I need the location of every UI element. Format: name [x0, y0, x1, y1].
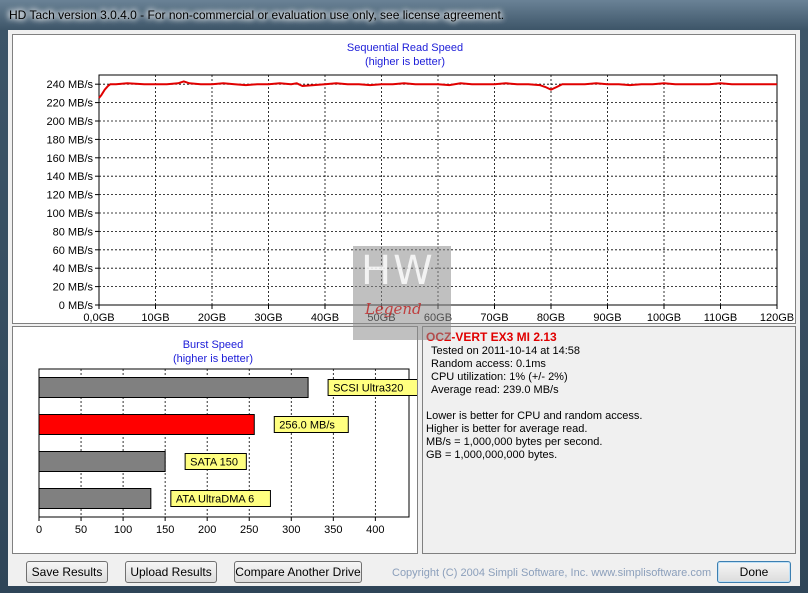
- seq-y-tick-label: 40 MB/s: [53, 263, 94, 275]
- note-cpu: Lower is better for CPU and random acces…: [426, 410, 643, 422]
- app-window: HD Tach version 3.0.4.0 - For non-commer…: [0, 0, 808, 593]
- burst-bar-label: SATA 150: [190, 457, 238, 469]
- random-access: Random access: 0.1ms: [431, 358, 546, 370]
- burst-speed-panel: Burst Speed (higher is better) 0 50 100 150…: [12, 326, 418, 554]
- note-gb: GB = 1,000,000,000 bytes.: [426, 449, 558, 461]
- title-bar[interactable]: HD Tach version 3.0.4.0 - For non-commer…: [0, 0, 808, 30]
- seq-x-tick-label: 110GB: [704, 312, 737, 323]
- seq-x-tick-label: 90GB: [593, 312, 621, 323]
- burst-bar-reference: [38, 488, 152, 509]
- burst-bar-current: [38, 414, 255, 435]
- seq-x-tick-label: 70GB: [480, 312, 508, 323]
- burst-x-tick-label: 250: [240, 524, 258, 536]
- seq-x-tick-label: 100GB: [647, 312, 681, 323]
- burst-x-tick-label: 350: [324, 524, 342, 536]
- seq-y-tick-label: 240 MB/s: [47, 79, 94, 91]
- seq-y-tick-label: 180 MB/s: [47, 134, 94, 146]
- burst-bar-label: SCSI Ultra320: [333, 383, 403, 395]
- burst-speed-chart: 0 50 100 150 200 250 300 350 400 SCSI Ultra320 256…: [36, 368, 417, 536]
- seq-y-tick-label: 60 MB/s: [53, 245, 94, 257]
- seq-y-tick-label: 220 MB/s: [47, 98, 94, 110]
- save-results-button[interactable]: Save Results: [26, 561, 108, 583]
- done-button[interactable]: Done: [717, 561, 791, 583]
- seq-y-tick-label: 120 MB/s: [47, 190, 94, 202]
- burst-bar-label: 256.0 MB/s: [279, 420, 335, 432]
- burst-x-tick-label: 400: [366, 524, 384, 536]
- copyright-text: Copyright (C) 2004 Simpli Software, Inc.…: [392, 567, 712, 579]
- seq-y-tick-label: 100 MB/s: [47, 208, 94, 220]
- seq-x-tick-label: 40GB: [311, 312, 339, 323]
- cpu-utilization: CPU utilization: 1% (+/- 2%): [431, 371, 568, 383]
- client-area: Sequential Read Speed (higher is better)…: [8, 30, 800, 586]
- average-read: Average read: 239.0 MB/s: [431, 384, 559, 396]
- compare-another-drive-button[interactable]: Compare Another Drive: [234, 561, 362, 583]
- burst-x-tick-label: 100: [114, 524, 132, 536]
- seq-x-tick-label: 30GB: [254, 312, 282, 323]
- seq-y-tick-label: 140 MB/s: [47, 171, 94, 183]
- burst-bar-reference: [38, 377, 309, 398]
- burst-x-tick-label: 200: [198, 524, 216, 536]
- seq-x-tick-label: 0,0GB: [83, 312, 114, 323]
- watermark-text: HW: [361, 248, 435, 294]
- burst-x-tick-label: 300: [282, 524, 300, 536]
- seq-x-tick-label: 120GB: [760, 312, 794, 323]
- seq-y-tick-label: 160 MB/s: [47, 153, 94, 165]
- seq-x-tick-label: 10GB: [141, 312, 169, 323]
- note-avg: Higher is better for average read.: [426, 423, 588, 435]
- seq-x-tick-label: 20GB: [198, 312, 226, 323]
- seq-y-tick-label: 0 MB/s: [59, 300, 94, 312]
- watermark-logo: HW Legend: [353, 246, 451, 340]
- burst-x-tick-label: 50: [75, 524, 87, 536]
- burst-x-tick-label: 150: [156, 524, 174, 536]
- watermark-subtext: Legend: [365, 300, 422, 318]
- seq-y-tick-label: 20 MB/s: [53, 282, 94, 294]
- seq-y-tick-label: 80 MB/s: [53, 226, 94, 238]
- note-mbs: MB/s = 1,000,000 bytes per second.: [426, 436, 603, 448]
- upload-results-button[interactable]: Upload Results: [125, 561, 217, 583]
- seq-y-tick-label: 200 MB/s: [47, 116, 94, 128]
- burst-x-tick-label: 0: [36, 524, 42, 536]
- burst-bar-reference: [38, 451, 166, 472]
- seq-x-tick-label: 80GB: [537, 312, 565, 323]
- window-title: HD Tach version 3.0.4.0 - For non-commer…: [9, 8, 505, 22]
- burst-bar-label: ATA UltraDMA 6: [176, 494, 254, 506]
- tested-on: Tested on 2011-10-14 at 14:58: [431, 345, 581, 357]
